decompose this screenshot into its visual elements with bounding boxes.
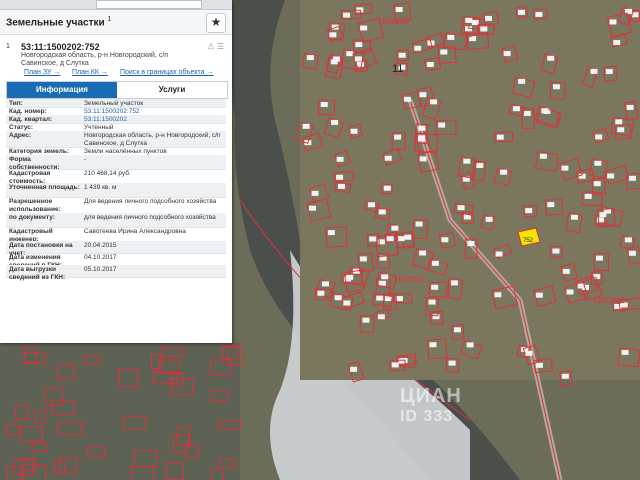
- quarter-label: 1500202: [593, 296, 625, 305]
- table-row: Разрешенное использование: Для ведения ли…: [6, 197, 226, 214]
- table-row: Дата выгрузки сведений из ГКН: 05.10.2017: [6, 265, 226, 281]
- toolbar-strip: [0, 0, 232, 10]
- info-panel: Земельные участки 1 ★ 1 53:11:1500202:75…: [0, 0, 232, 343]
- row-value: для ведения личного подсобного хозяйства: [84, 214, 216, 221]
- watermark: ЦИАН ID 333: [400, 385, 462, 425]
- table-row: по документу: для ведения личного подсобн…: [6, 213, 226, 228]
- row-key: Разрешенное использование:: [9, 198, 61, 213]
- row-key: Уточненная площадь:: [9, 184, 80, 191]
- table-row: Кадастровая стоимость: 210 468,14 руб.: [6, 169, 226, 185]
- panel-title: Земельные участки 1: [6, 16, 112, 29]
- row-value: 210 468,14 руб.: [84, 170, 131, 177]
- quarter-label: 1500202: [378, 17, 410, 26]
- row-value: 1 439 кв. м: [84, 184, 117, 191]
- tab-services[interactable]: Услуги: [117, 82, 227, 98]
- quarter-label: 1500202: [394, 275, 426, 284]
- table-row: Кадастровый инженер: Савотеева Ирина Алек…: [6, 227, 226, 243]
- table-row: Уточненная площадь: 1 439 кв. м: [6, 183, 226, 198]
- row-value: 20.04.2015: [84, 242, 117, 249]
- plan-kk-link[interactable]: План КК →: [72, 69, 108, 76]
- star-icon[interactable]: ★: [206, 13, 226, 33]
- object-links: План ЗУ → План КК → Поиск в границах объ…: [0, 69, 232, 79]
- row-value: -: [84, 156, 87, 163]
- row-key: по документу:: [9, 214, 55, 221]
- svg-text:752: 752: [523, 238, 534, 244]
- tab-info[interactable]: Информация: [7, 82, 117, 98]
- row-key: Дата выгрузки сведений из ГКН:: [9, 266, 66, 281]
- tabs: Информация Услуги: [6, 81, 228, 99]
- panel-header: Земельные участки 1 ★: [0, 10, 232, 35]
- row-key: Адрес:: [9, 132, 32, 139]
- table-row: Форма собственности: -: [6, 155, 226, 171]
- item-index: 1: [6, 43, 10, 50]
- object-address: Новгородская область, р-н Новгородский, …: [21, 52, 169, 67]
- table-row: Адрес: Новгородская область, р-н Новгород…: [6, 131, 226, 148]
- row-value: Новгородская область, р-н Новгородский, …: [84, 132, 221, 147]
- block-label: 11: [392, 63, 403, 75]
- row-value: 04.10.2017: [84, 254, 117, 261]
- row-value: Для ведения личного подсобного хозяйства: [84, 198, 217, 205]
- warning-icon[interactable]: ⚠ ☰: [207, 42, 224, 51]
- search-bounds-link[interactable]: Поиск в границах объекта →: [120, 69, 214, 76]
- plan-zu-link[interactable]: План ЗУ →: [24, 69, 60, 76]
- cad-number: 53:11:1500202:752: [21, 42, 100, 52]
- row-value: Савотеева Ирина Александровна: [84, 228, 186, 235]
- search-input[interactable]: [96, 0, 202, 9]
- row-value: 05.10.2017: [84, 266, 117, 273]
